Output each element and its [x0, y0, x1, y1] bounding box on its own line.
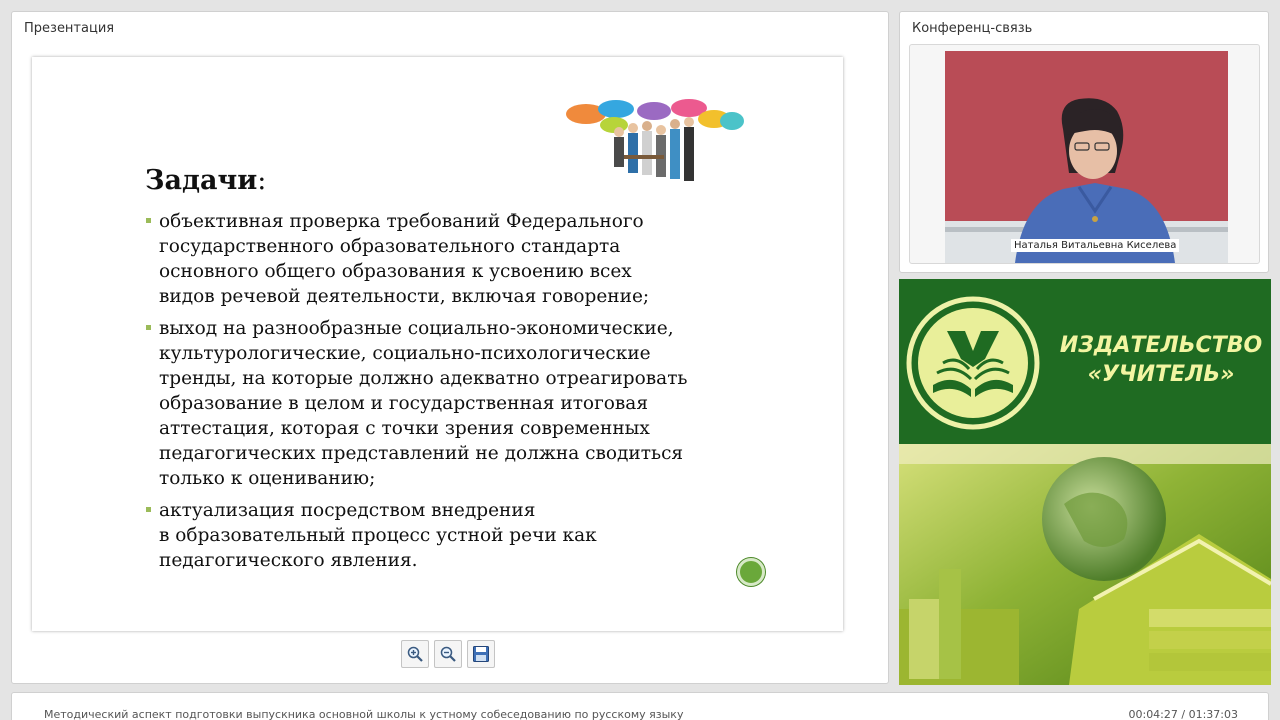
playback-time: 00:04:27 / 01:37:03: [1128, 708, 1238, 720]
publisher-banner: ИЗДАТЕЛЬСТВО «УЧИТЕЛЬ»: [899, 279, 1271, 685]
save-icon: [473, 646, 489, 662]
speaker-video[interactable]: Наталья Витальевна Киселева: [945, 51, 1228, 263]
slide-bullet: актуализация посредством внедрения в обр…: [145, 498, 785, 573]
slide-bullet: объективная проверка требований Федераль…: [145, 209, 785, 309]
save-button[interactable]: [467, 640, 495, 668]
zoom-out-icon: [440, 646, 456, 662]
time-separator: /: [1177, 708, 1189, 720]
slide-heading: Задачи:: [145, 165, 266, 196]
presentation-panel-title: Презентация: [24, 21, 115, 36]
banner-header: ИЗДАТЕЛЬСТВО «УЧИТЕЛЬ»: [899, 279, 1271, 444]
zoom-out-button[interactable]: [434, 640, 462, 668]
slide: Задачи: объективная проверка требований …: [32, 57, 843, 631]
elapsed-time: 00:04:27: [1128, 708, 1178, 720]
slide-heading-text: Задачи: [145, 165, 258, 196]
publisher-logo-icon: [906, 296, 1040, 430]
slide-bullet: выход на разнообразные социально-экономи…: [145, 316, 785, 491]
presentation-toolbar: [401, 640, 495, 668]
slide-action-button[interactable]: [737, 558, 765, 586]
presentation-panel: Презентация Задачи: объективная проверка…: [11, 11, 889, 684]
webinar-footer: Методический аспект подготовки выпускник…: [11, 692, 1269, 720]
slide-bullet-list: объективная проверка требований Федераль…: [145, 209, 785, 580]
zoom-in-button[interactable]: [401, 640, 429, 668]
conference-panel-title: Конференц-связь: [912, 21, 1033, 36]
people-discussion-illustration: [566, 99, 744, 181]
video-frame: Наталья Витальевна Киселева: [909, 44, 1260, 264]
zoom-in-icon: [407, 646, 423, 662]
speaker-name-tag: Наталья Витальевна Киселева: [1011, 239, 1180, 252]
conference-panel: Конференц-связь Наталья Витальевна Кисел…: [899, 11, 1269, 273]
webinar-title: Методический аспект подготовки выпускник…: [44, 708, 684, 720]
publisher-name: ИЗДАТЕЛЬСТВО «УЧИТЕЛЬ»: [1059, 333, 1263, 387]
speaker-avatar: [945, 98, 1228, 263]
total-time: 01:37:03: [1188, 708, 1238, 720]
slide-heading-colon: :: [257, 165, 267, 196]
